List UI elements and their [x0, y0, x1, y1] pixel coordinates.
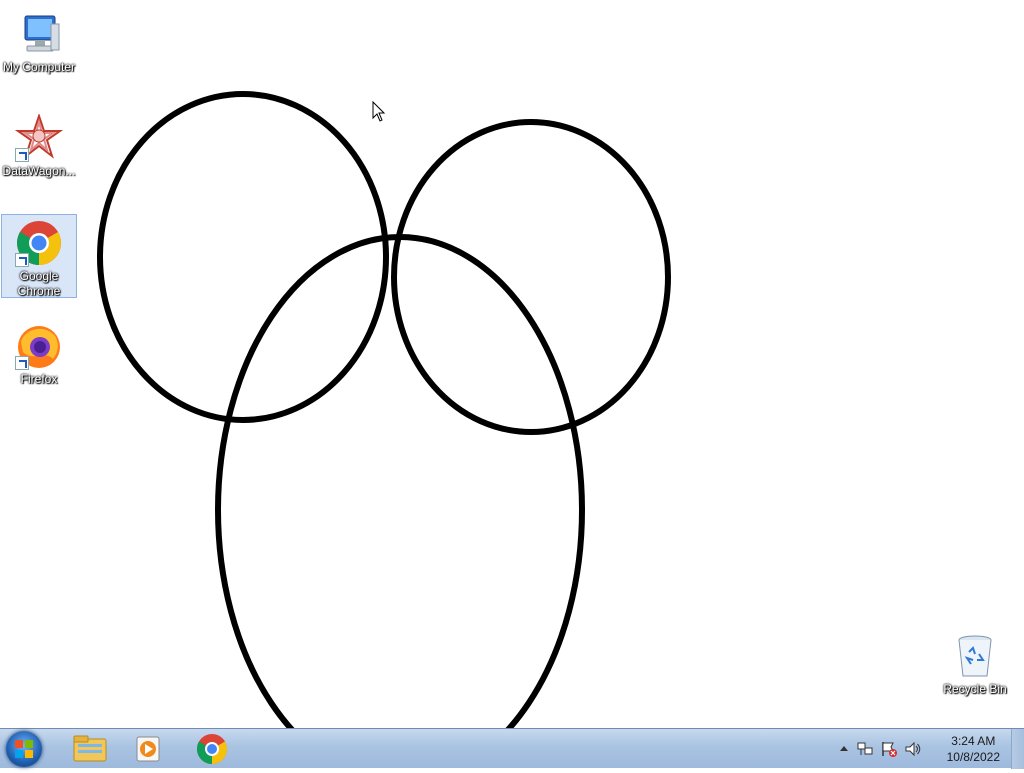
clock-date: 10/8/2022	[946, 750, 1000, 764]
recycle-bin-icon	[951, 632, 999, 680]
mouse-cursor-icon	[372, 101, 386, 122]
media-player-icon	[136, 736, 160, 762]
desktop-icon-recycle-bin[interactable]: Recycle Bin	[937, 628, 1013, 697]
my-computer-icon	[15, 10, 63, 58]
start-button[interactable]	[6, 731, 42, 767]
datawagon-icon	[14, 112, 64, 162]
firefox-icon	[15, 322, 63, 370]
desktop-icon-firefox[interactable]: Firefox	[1, 318, 77, 387]
network-icon[interactable]	[856, 740, 874, 758]
desktop-icon-google-chrome[interactable]: Google Chrome	[1, 214, 77, 298]
shortcut-arrow-icon	[15, 356, 29, 370]
taskbar: 3:24 AM 10/8/2022	[0, 728, 1024, 769]
shortcut-arrow-icon	[15, 253, 29, 267]
windows-logo-icon	[15, 740, 33, 758]
desktop-icon-my-computer[interactable]: My Computer	[1, 6, 77, 75]
desktop-icon-datawagon[interactable]: DataWagon...	[1, 110, 77, 179]
desktop[interactable]: My Computer DataWagon... Google Chrome F…	[0, 0, 1024, 728]
taskbar-chrome-button[interactable]	[184, 730, 240, 768]
volume-icon[interactable]	[904, 740, 922, 758]
show-desktop-button[interactable]	[1011, 729, 1024, 769]
drawn-ellipse-right	[391, 119, 671, 435]
desktop-icon-label: Recycle Bin	[943, 682, 1007, 696]
windows-explorer-icon	[73, 735, 107, 762]
taskbar-explorer-button[interactable]	[62, 730, 118, 768]
taskbar-clock[interactable]: 3:24 AM 10/8/2022	[947, 733, 1000, 765]
chrome-icon	[15, 219, 63, 267]
desktop-icon-label: Firefox	[20, 372, 58, 386]
shortcut-arrow-icon	[15, 148, 29, 162]
show-hidden-icons-icon[interactable]	[838, 743, 850, 753]
desktop-icon-label: My Computer	[2, 60, 76, 74]
drawing-canvas	[97, 91, 671, 728]
desktop-icon-label: DataWagon...	[2, 164, 76, 178]
clock-time: 3:24 AM	[951, 734, 996, 748]
chrome-icon	[196, 734, 228, 764]
taskbar-media-player-button[interactable]	[120, 730, 176, 768]
system-tray: 3:24 AM 10/8/2022	[834, 729, 1024, 769]
desktop-icon-label: Google Chrome	[17, 269, 61, 298]
action-center-warning-icon[interactable]	[880, 740, 898, 758]
